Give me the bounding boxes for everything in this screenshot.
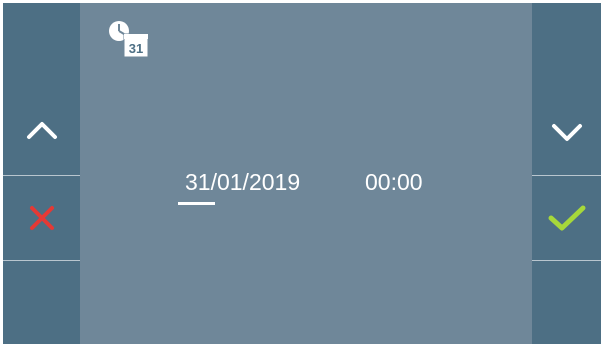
down-button[interactable] (532, 3, 601, 175)
edit-cursor (178, 202, 215, 205)
date-field[interactable]: 31/01/2019 (185, 169, 300, 195)
up-button[interactable] (3, 3, 80, 175)
cancel-button[interactable] (3, 176, 80, 260)
confirm-button[interactable] (532, 176, 601, 260)
empty-right-button[interactable] (532, 261, 601, 344)
close-icon (29, 206, 54, 230)
empty-left-button[interactable] (3, 261, 80, 344)
right-control-panel (532, 3, 601, 344)
calendar-day-label: 31 (129, 41, 143, 56)
check-icon (548, 205, 585, 231)
chevron-up-icon (26, 122, 57, 139)
time-field[interactable]: 00:00 (365, 169, 423, 195)
chevron-down-icon (551, 124, 582, 141)
device-screen: 31 31/01/2019 00:00 (3, 3, 601, 344)
clock-calendar-icon: 31 (109, 21, 149, 58)
left-control-panel (3, 3, 80, 344)
